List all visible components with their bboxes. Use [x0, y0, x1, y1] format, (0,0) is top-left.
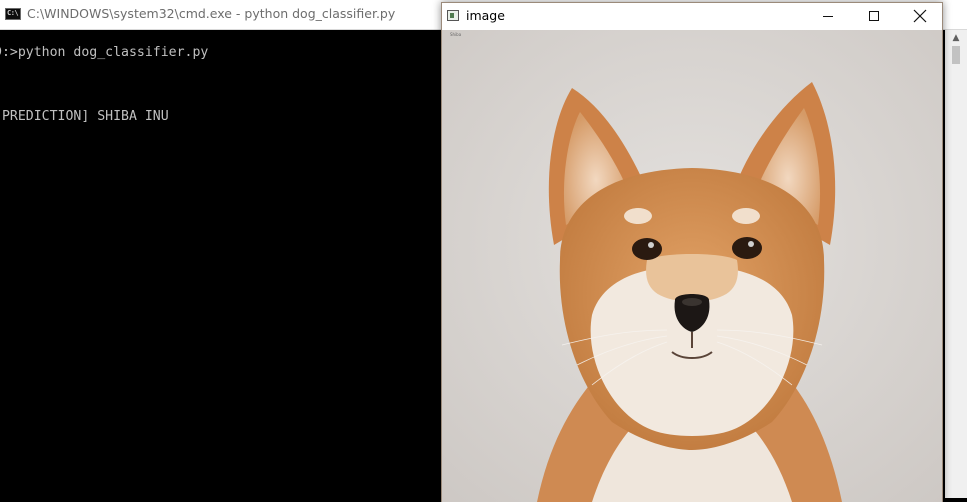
cmd-command-line: D:>python dog_classifier.py	[0, 45, 209, 60]
minimize-button[interactable]	[805, 3, 851, 30]
minimize-icon	[823, 16, 833, 17]
close-icon	[913, 9, 927, 23]
close-button[interactable]	[897, 3, 943, 30]
image-overlay-label: Shiba	[450, 32, 462, 37]
image-canvas: Shiba	[442, 30, 942, 502]
scrollbar-thumb[interactable]	[952, 46, 960, 64]
cmd-prediction-line: [PREDICTION] SHIBA INU	[0, 109, 169, 124]
image-window-title: image	[466, 8, 505, 23]
scroll-up-arrow-icon[interactable]: ▲	[945, 30, 967, 46]
image-window-titlebar[interactable]: image	[442, 3, 942, 30]
image-window: image Shiba	[441, 2, 943, 502]
maximize-icon	[869, 11, 879, 21]
cmd-window-title: C:\WINDOWS\system32\cmd.exe - python dog…	[27, 6, 396, 21]
maximize-button[interactable]	[851, 3, 897, 30]
shiba-inu-photo	[442, 30, 942, 502]
cmd-app-icon: C:\	[5, 8, 21, 20]
image-app-icon	[447, 10, 459, 21]
cmd-scrollbar[interactable]: ▲	[945, 30, 967, 498]
